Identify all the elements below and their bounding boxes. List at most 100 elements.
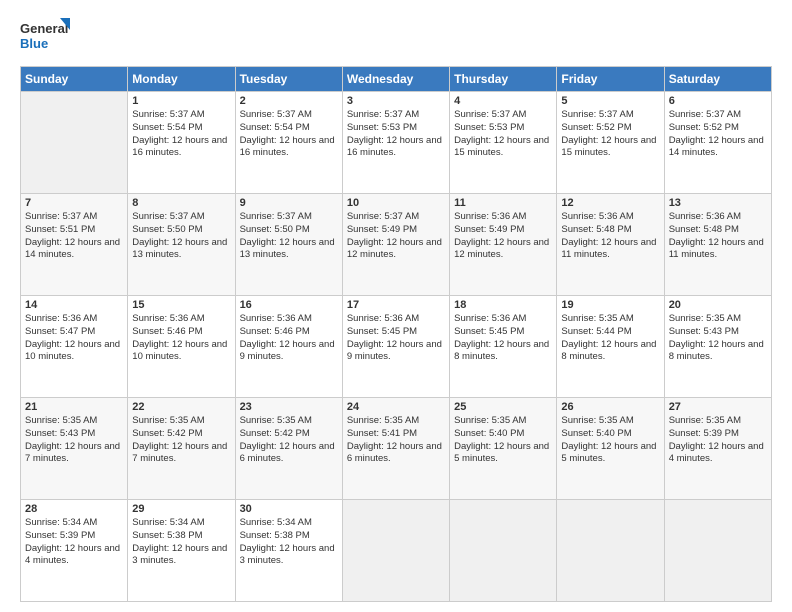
calendar-cell: 1Sunrise: 5:37 AMSunset: 5:54 PMDaylight… bbox=[128, 92, 235, 194]
cell-info: Sunrise: 5:35 AMSunset: 5:39 PMDaylight:… bbox=[669, 415, 767, 466]
calendar-cell: 20 Sunrise: 5:35 AMSunset: 5:43 PMDayligh… bbox=[664, 296, 771, 398]
weekday-header: Sunday bbox=[21, 67, 128, 92]
calendar-week: 21Sunrise: 5:35 AMSunset: 5:43 PMDayligh… bbox=[21, 398, 772, 500]
day-number: 30 bbox=[240, 503, 338, 515]
weekday-header: Thursday bbox=[450, 67, 557, 92]
calendar-cell bbox=[664, 500, 771, 602]
day-number: 23 bbox=[240, 401, 338, 413]
calendar-cell: 26 Sunrise: 5:35 AMSunset: 5:40 PMDayligh… bbox=[557, 398, 664, 500]
day-number: 7 bbox=[25, 197, 123, 209]
weekday-header: Friday bbox=[557, 67, 664, 92]
calendar-page: General Blue SundayMondayTuesdayWednesda… bbox=[0, 0, 792, 612]
calendar-cell: 21Sunrise: 5:35 AMSunset: 5:43 PMDayligh… bbox=[21, 398, 128, 500]
calendar-table: SundayMondayTuesdayWednesdayThursdayFrid… bbox=[20, 66, 772, 602]
calendar-cell: 16 Sunrise: 5:36 AMSunset: 5:46 PMDayligh… bbox=[235, 296, 342, 398]
calendar-cell: 3 Sunrise: 5:37 AMSunset: 5:53 PMDaylight… bbox=[342, 92, 449, 194]
calendar-cell: 27 Sunrise: 5:35 AMSunset: 5:39 PMDayligh… bbox=[664, 398, 771, 500]
calendar-cell: 8 Sunrise: 5:37 AMSunset: 5:50 PMDaylight… bbox=[128, 194, 235, 296]
cell-info: Sunrise: 5:35 AMSunset: 5:43 PMDaylight:… bbox=[25, 415, 123, 466]
cell-info: Sunrise: 5:37 AMSunset: 5:54 PMDaylight:… bbox=[240, 109, 338, 160]
weekday-header: Tuesday bbox=[235, 67, 342, 92]
day-number: 14 bbox=[25, 299, 123, 311]
cell-info: Sunrise: 5:36 AMSunset: 5:47 PMDaylight:… bbox=[25, 313, 123, 364]
calendar-cell: 10 Sunrise: 5:37 AMSunset: 5:49 PMDayligh… bbox=[342, 194, 449, 296]
svg-text:Blue: Blue bbox=[20, 36, 48, 51]
cell-info: Sunrise: 5:36 AMSunset: 5:45 PMDaylight:… bbox=[347, 313, 445, 364]
cell-info: Sunrise: 5:37 AMSunset: 5:53 PMDaylight:… bbox=[347, 109, 445, 160]
day-number: 16 bbox=[240, 299, 338, 311]
calendar-cell: 25 Sunrise: 5:35 AMSunset: 5:40 PMDayligh… bbox=[450, 398, 557, 500]
cell-info: Sunrise: 5:37 AMSunset: 5:51 PMDaylight:… bbox=[25, 211, 123, 262]
day-number: 3 bbox=[347, 95, 445, 107]
calendar-cell bbox=[450, 500, 557, 602]
calendar-cell: 7 Sunrise: 5:37 AMSunset: 5:51 PMDaylight… bbox=[21, 194, 128, 296]
day-number: 25 bbox=[454, 401, 552, 413]
day-number: 18 bbox=[454, 299, 552, 311]
day-number: 12 bbox=[561, 197, 659, 209]
day-number: 6 bbox=[669, 95, 767, 107]
cell-info: Sunrise: 5:37 AMSunset: 5:49 PMDaylight:… bbox=[347, 211, 445, 262]
calendar-cell: 18 Sunrise: 5:36 AMSunset: 5:45 PMDayligh… bbox=[450, 296, 557, 398]
calendar-cell bbox=[21, 92, 128, 194]
cell-info: Sunrise: 5:35 AMSunset: 5:42 PMDaylight:… bbox=[132, 415, 230, 466]
calendar-cell: 4Sunrise: 5:37 AMSunset: 5:53 PMDaylight… bbox=[450, 92, 557, 194]
cell-info: Sunrise: 5:36 AMSunset: 5:48 PMDaylight:… bbox=[669, 211, 767, 262]
cell-info: Sunrise: 5:37 AMSunset: 5:52 PMDaylight:… bbox=[561, 109, 659, 160]
weekday-header: Monday bbox=[128, 67, 235, 92]
calendar-week: 28 Sunrise: 5:34 AMSunset: 5:39 PMDayligh… bbox=[21, 500, 772, 602]
calendar-cell: 6 Sunrise: 5:37 AMSunset: 5:52 PMDaylight… bbox=[664, 92, 771, 194]
cell-info: Sunrise: 5:37 AMSunset: 5:50 PMDaylight:… bbox=[132, 211, 230, 262]
cell-info: Sunrise: 5:36 AMSunset: 5:48 PMDaylight:… bbox=[561, 211, 659, 262]
weekday-header: Saturday bbox=[664, 67, 771, 92]
cell-info: Sunrise: 5:34 AMSunset: 5:38 PMDaylight:… bbox=[132, 517, 230, 568]
calendar-cell: 28 Sunrise: 5:34 AMSunset: 5:39 PMDayligh… bbox=[21, 500, 128, 602]
cell-info: Sunrise: 5:35 AMSunset: 5:43 PMDaylight:… bbox=[669, 313, 767, 364]
day-number: 19 bbox=[561, 299, 659, 311]
cell-info: Sunrise: 5:36 AMSunset: 5:46 PMDaylight:… bbox=[132, 313, 230, 364]
calendar-cell: 23 Sunrise: 5:35 AMSunset: 5:42 PMDayligh… bbox=[235, 398, 342, 500]
calendar-cell bbox=[342, 500, 449, 602]
cell-info: Sunrise: 5:34 AMSunset: 5:39 PMDaylight:… bbox=[25, 517, 123, 568]
day-number: 20 bbox=[669, 299, 767, 311]
calendar-cell: 17 Sunrise: 5:36 AMSunset: 5:45 PMDayligh… bbox=[342, 296, 449, 398]
cell-info: Sunrise: 5:35 AMSunset: 5:41 PMDaylight:… bbox=[347, 415, 445, 466]
day-number: 13 bbox=[669, 197, 767, 209]
cell-info: Sunrise: 5:37 AMSunset: 5:52 PMDaylight:… bbox=[669, 109, 767, 160]
cell-info: Sunrise: 5:36 AMSunset: 5:45 PMDaylight:… bbox=[454, 313, 552, 364]
cell-info: Sunrise: 5:36 AMSunset: 5:46 PMDaylight:… bbox=[240, 313, 338, 364]
calendar-cell: 29Sunrise: 5:34 AMSunset: 5:38 PMDayligh… bbox=[128, 500, 235, 602]
calendar-header: SundayMondayTuesdayWednesdayThursdayFrid… bbox=[21, 67, 772, 92]
day-number: 28 bbox=[25, 503, 123, 515]
cell-info: Sunrise: 5:36 AMSunset: 5:49 PMDaylight:… bbox=[454, 211, 552, 262]
cell-info: Sunrise: 5:35 AMSunset: 5:40 PMDaylight:… bbox=[454, 415, 552, 466]
day-number: 5 bbox=[561, 95, 659, 107]
weekday-header: Wednesday bbox=[342, 67, 449, 92]
calendar-cell: 9 Sunrise: 5:37 AMSunset: 5:50 PMDaylight… bbox=[235, 194, 342, 296]
cell-info: Sunrise: 5:37 AMSunset: 5:50 PMDaylight:… bbox=[240, 211, 338, 262]
calendar-week: 14 Sunrise: 5:36 AMSunset: 5:47 PMDayligh… bbox=[21, 296, 772, 398]
day-number: 11 bbox=[454, 197, 552, 209]
cell-info: Sunrise: 5:37 AMSunset: 5:54 PMDaylight:… bbox=[132, 109, 230, 160]
calendar-cell: 30Sunrise: 5:34 AMSunset: 5:38 PMDayligh… bbox=[235, 500, 342, 602]
calendar-cell: 13 Sunrise: 5:36 AMSunset: 5:48 PMDayligh… bbox=[664, 194, 771, 296]
day-number: 17 bbox=[347, 299, 445, 311]
day-number: 8 bbox=[132, 197, 230, 209]
calendar-cell: 19Sunrise: 5:35 AMSunset: 5:44 PMDayligh… bbox=[557, 296, 664, 398]
calendar-week: 1Sunrise: 5:37 AMSunset: 5:54 PMDaylight… bbox=[21, 92, 772, 194]
day-number: 2 bbox=[240, 95, 338, 107]
calendar-cell: 22Sunrise: 5:35 AMSunset: 5:42 PMDayligh… bbox=[128, 398, 235, 500]
day-number: 9 bbox=[240, 197, 338, 209]
header: General Blue bbox=[20, 16, 772, 56]
cell-info: Sunrise: 5:35 AMSunset: 5:42 PMDaylight:… bbox=[240, 415, 338, 466]
day-number: 27 bbox=[669, 401, 767, 413]
day-number: 26 bbox=[561, 401, 659, 413]
svg-text:General: General bbox=[20, 21, 68, 36]
calendar-cell: 5 Sunrise: 5:37 AMSunset: 5:52 PMDaylight… bbox=[557, 92, 664, 194]
calendar-cell: 14 Sunrise: 5:36 AMSunset: 5:47 PMDayligh… bbox=[21, 296, 128, 398]
calendar-cell: 15Sunrise: 5:36 AMSunset: 5:46 PMDayligh… bbox=[128, 296, 235, 398]
cell-info: Sunrise: 5:35 AMSunset: 5:40 PMDaylight:… bbox=[561, 415, 659, 466]
logo-svg: General Blue bbox=[20, 16, 70, 56]
day-number: 10 bbox=[347, 197, 445, 209]
cell-info: Sunrise: 5:37 AMSunset: 5:53 PMDaylight:… bbox=[454, 109, 552, 160]
logo: General Blue bbox=[20, 16, 70, 56]
